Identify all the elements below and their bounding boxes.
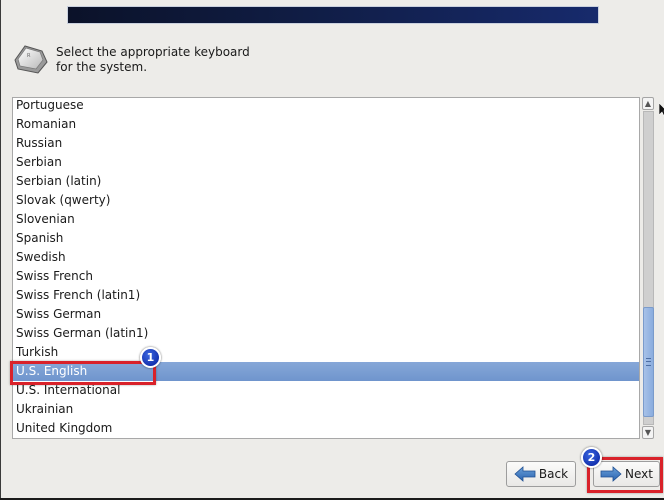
annotation-badge-2: 2 (581, 447, 602, 468)
mouse-cursor-icon (659, 103, 664, 117)
list-item[interactable]: Serbian (latin) (13, 172, 639, 191)
list-scrollbar[interactable]: ▲ ▼ (641, 97, 655, 439)
window-left-border (0, 0, 1, 500)
list-item[interactable]: Swedish (13, 248, 639, 267)
scrollbar-thumb[interactable] (643, 307, 654, 417)
list-item[interactable]: United Kingdom (13, 419, 639, 438)
header-banner (67, 6, 599, 24)
list-item[interactable]: Swiss French (13, 267, 639, 286)
list-item[interactable]: Ukrainian (13, 400, 639, 419)
arrow-left-icon (514, 466, 536, 482)
instruction-text: Select the appropriate keyboard for the … (56, 45, 250, 74)
keyboard-key-icon: R (14, 45, 48, 74)
list-item[interactable]: Spanish (13, 229, 639, 248)
instruction-header: R Select the appropriate keyboard for th… (12, 42, 256, 76)
annotation-highlight-1 (10, 361, 156, 385)
list-item[interactable]: Slovak (qwerty) (13, 191, 639, 210)
list-item[interactable]: Serbian (13, 153, 639, 172)
list-item[interactable]: Russian (13, 134, 639, 153)
chevron-down-icon: ▼ (644, 428, 652, 437)
annotation-badge-1: 1 (140, 347, 161, 368)
back-button-label: Back (538, 467, 569, 481)
list-item[interactable]: Slovenian (13, 210, 639, 229)
list-item[interactable]: Swiss German (latin1) (13, 324, 639, 343)
scroll-down-button[interactable]: ▼ (642, 426, 654, 439)
chevron-up-icon: ▲ (644, 99, 652, 108)
svg-text:R: R (27, 53, 31, 59)
back-button[interactable]: Back (506, 461, 576, 487)
list-item[interactable]: Swiss French (latin1) (13, 286, 639, 305)
list-item[interactable]: Swiss German (13, 305, 639, 324)
keyboard-listbox[interactable]: Portuguese Romanian Russian Serbian Serbian … (12, 97, 640, 439)
scroll-up-button[interactable]: ▲ (642, 97, 654, 110)
list-item[interactable]: Turkish (13, 343, 639, 362)
keyboard-list: Portuguese Romanian Russian Serbian Serbian … (13, 98, 639, 438)
grip-icon (646, 358, 651, 366)
list-item[interactable]: Romanian (13, 115, 639, 134)
list-item[interactable]: Portuguese (13, 98, 639, 115)
